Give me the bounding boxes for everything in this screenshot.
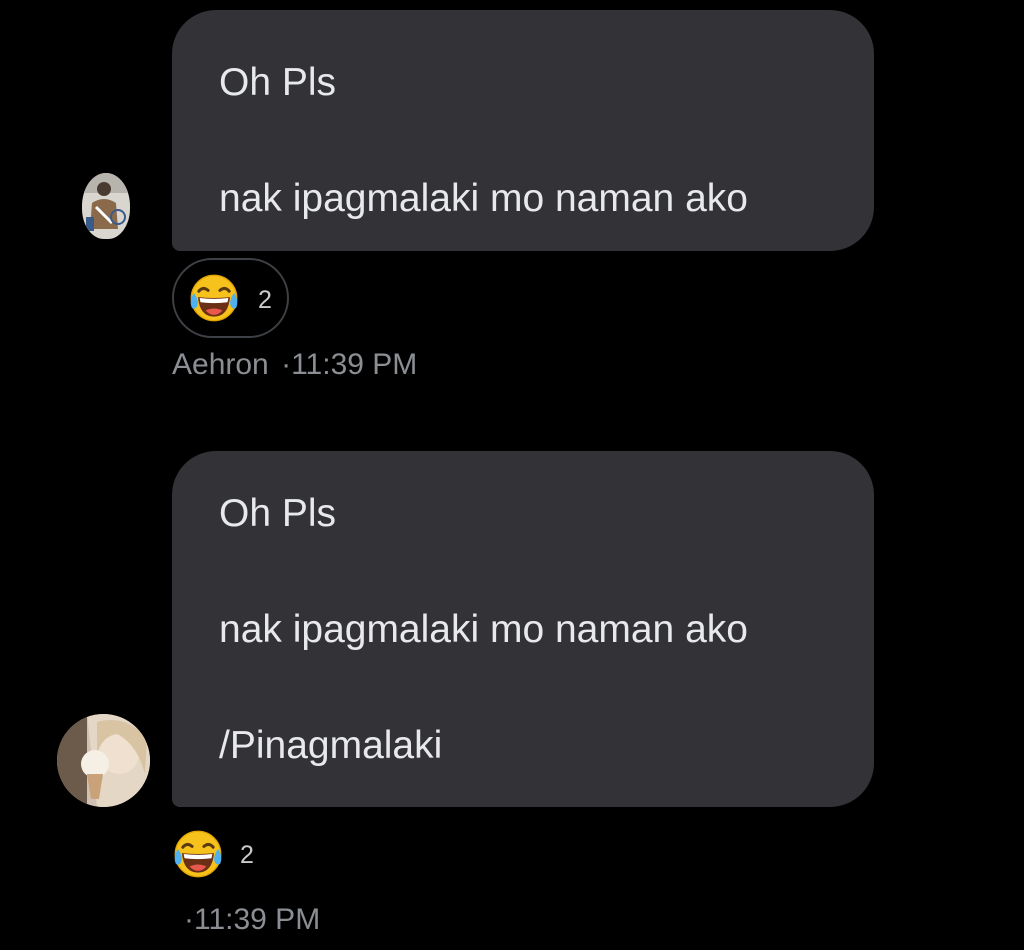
- laughing-emoji-icon[interactable]: [171, 827, 225, 881]
- sender-name[interactable]: Aehron: [172, 348, 269, 381]
- message-text: Oh Pls: [219, 61, 337, 104]
- timestamp: 11:39 PM: [194, 903, 321, 936]
- message-text: nak ipagmalaki mo naman ako: [219, 608, 748, 651]
- avatar-image: [82, 173, 130, 239]
- message-bubble[interactable]: Oh Pls nak ipagmalaki mo naman ako: [172, 10, 874, 251]
- message-text: /Pinagmalaki: [219, 724, 443, 767]
- avatar[interactable]: [57, 714, 150, 807]
- separator: ·: [184, 903, 194, 936]
- timestamp: 11:39 PM: [291, 348, 418, 381]
- message-meta: Aehron ·11:39 PM: [172, 348, 417, 382]
- message-text: nak ipagmalaki mo naman ako: [219, 177, 748, 220]
- message-bubble[interactable]: Oh Pls nak ipagmalaki mo naman ako /Pina…: [172, 451, 874, 807]
- laughing-emoji-icon: [187, 271, 241, 325]
- avatar[interactable]: [82, 173, 130, 239]
- avatar-image: [57, 714, 150, 807]
- reaction-pill[interactable]: 2: [172, 258, 289, 338]
- message-meta: ·11:39 PM: [184, 903, 320, 937]
- reaction-count: 2: [240, 841, 254, 869]
- message-text: Oh Pls: [219, 492, 337, 535]
- separator: ·: [281, 348, 292, 381]
- reaction-count: 2: [258, 286, 272, 314]
